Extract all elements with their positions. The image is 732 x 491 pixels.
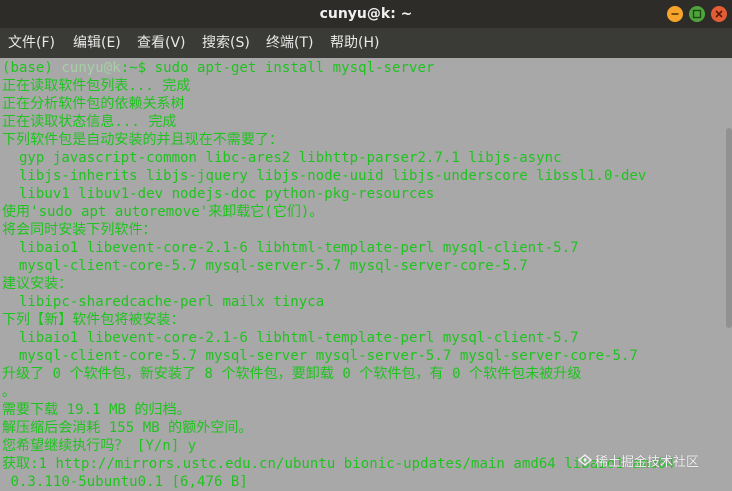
prompt-env: (base) (2, 60, 62, 76)
menu-search[interactable]: 搜索(S) (202, 28, 250, 58)
juejin-logo-icon (578, 454, 592, 466)
scrollbar[interactable] (726, 128, 732, 328)
menu-terminal[interactable]: 终端(T) (266, 28, 313, 58)
output-line: libipc-sharedcache-perl mailx tinyca (2, 294, 325, 310)
close-button[interactable] (711, 6, 727, 22)
output-line: 您希望继续执行吗？ [Y/n] y (2, 438, 197, 454)
output-line: 建议安装： (2, 276, 73, 292)
output-line: libuv1 libuv1-dev nodejs-doc python-pkg-… (2, 186, 435, 202)
output-line: 0.3.110-5ubuntu0.1 [6,476 B] (2, 474, 248, 490)
output-line: libaio1 libevent-core-2.1-6 libhtml-temp… (2, 240, 579, 256)
menu-bar: 文件(F) 编辑(E) 查看(V) 搜索(S) 终端(T) 帮助(H) (0, 28, 732, 58)
output-line: 正在读取状态信息... 完成 (2, 114, 177, 130)
output-line: 下列软件包是自动安装的并且现在不需要了： (2, 132, 283, 148)
minimize-icon (671, 13, 679, 15)
output-line: 解压缩后会消耗 155 MB 的额外空间。 (2, 420, 253, 436)
close-icon (715, 10, 723, 18)
prompt-user: cunyu@k (61, 60, 121, 76)
output-line: libjs-inherits libjs-jquery libjs-node-u… (2, 168, 647, 184)
output-line: mysql-client-core-5.7 mysql-server mysql… (2, 348, 638, 364)
maximize-button[interactable] (689, 6, 705, 22)
menu-help[interactable]: 帮助(H) (330, 28, 379, 58)
prompt-command: :~$ sudo apt-get install mysql-server (120, 60, 435, 76)
output-line: libaio1 libevent-core-2.1-6 libhtml-temp… (2, 330, 579, 346)
watermark: 稀土掘金技术社区 (578, 454, 699, 472)
maximize-icon (692, 9, 702, 19)
output-line: mysql-client-core-5.7 mysql-server-5.7 m… (2, 258, 528, 274)
minimize-button[interactable] (667, 6, 683, 22)
prompt-line: (base) cunyu@k:~$ sudo apt-get install m… (2, 59, 434, 77)
output-line: 获取:1 http://mirrors.ustc.edu.cn/ubuntu b… (2, 456, 675, 472)
output-line: 正在分析软件包的依赖关系树 (2, 96, 185, 112)
output-line: 。 (2, 384, 17, 400)
watermark-text: 稀土掘金技术社区 (595, 455, 700, 470)
output-line: 正在读取软件包列表... 完成 (2, 78, 191, 94)
output-line: 需要下载 19.1 MB 的归档。 (2, 402, 191, 418)
output-line: 使用'sudo apt autoremove'来卸载它(它们)。 (2, 204, 324, 220)
terminal-output[interactable]: (base) cunyu@k:~$ sudo apt-get install m… (0, 58, 732, 491)
menu-file[interactable]: 文件(F) (8, 28, 55, 58)
menu-view[interactable]: 查看(V) (137, 28, 186, 58)
window-title: cunyu@k: ~ (319, 6, 413, 22)
terminal-window: cunyu@k: ~ 文件(F) 编辑(E) 查看(V) 搜索(S) 终端(T)… (0, 0, 732, 491)
output-line: 将会同时安装下列软件： (2, 222, 157, 238)
menu-edit[interactable]: 编辑(E) (73, 28, 121, 58)
output-line: gyp javascript-common libc-ares2 libhttp… (2, 150, 562, 166)
output-line: 升级了 0 个软件包，新安装了 8 个软件包，要卸载 0 个软件包，有 0 个软… (2, 366, 582, 382)
title-bar[interactable]: cunyu@k: ~ (0, 0, 732, 28)
output-line: 下列【新】软件包将被安装： (2, 312, 185, 328)
